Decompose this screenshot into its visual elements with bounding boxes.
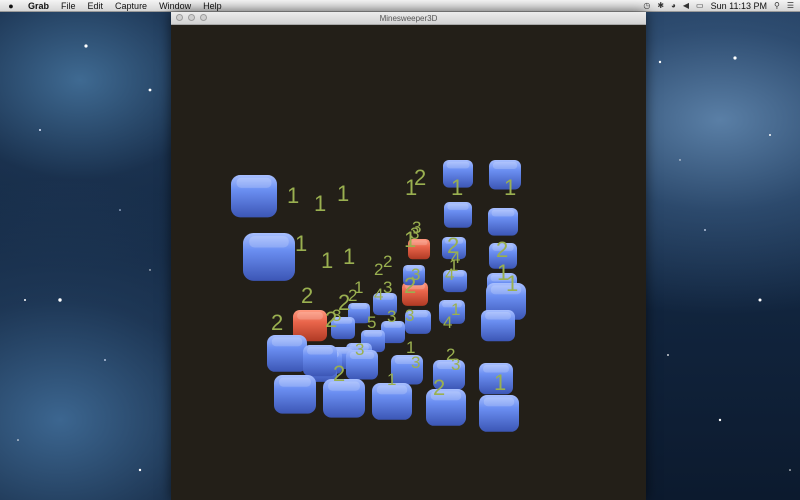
unrevealed-cube[interactable]: [274, 375, 316, 414]
menu-edit[interactable]: Edit: [82, 0, 110, 12]
window-title: Minesweeper3D: [379, 14, 438, 23]
neighbor-count-label: 1: [387, 370, 396, 389]
game-board-3d[interactable]: 1 1 1 12 1 111 12 21332 22 221 4 3 23 414112 23 5 3 3 413 1…: [171, 25, 646, 500]
neighbor-count-label: 1: [451, 300, 460, 319]
minesweeper-window: Minesweeper3D 11112111112213322222143234…: [171, 12, 646, 500]
neighbor-count-label: 1: [494, 370, 506, 395]
neighbor-count-label: 2: [333, 361, 345, 386]
battery-icon[interactable]: ▭: [696, 0, 704, 12]
unrevealed-cube[interactable]: [426, 389, 466, 426]
unrevealed-cube[interactable]: [231, 175, 277, 218]
window-titlebar[interactable]: Minesweeper3D: [171, 12, 646, 25]
neighbor-count-label: 1: [314, 191, 326, 216]
neighbor-count-label: 1: [337, 181, 349, 206]
apple-icon[interactable]: ●: [0, 1, 22, 11]
unrevealed-cube[interactable]: [303, 345, 337, 377]
neighbor-count-label: 3: [383, 278, 392, 297]
neighbor-count-label: 5: [367, 313, 376, 332]
neighbor-count-label: 3: [411, 265, 420, 284]
bluetooth-icon[interactable]: ✱: [657, 0, 664, 12]
neighbor-count-label: 3: [411, 353, 420, 372]
time-machine-icon[interactable]: ◷: [643, 0, 650, 12]
menu-capture[interactable]: Capture: [109, 0, 153, 12]
neighbor-count-label: 1: [287, 183, 299, 208]
notification-center-icon[interactable]: ☰: [787, 0, 794, 12]
neighbor-count-label: 3: [412, 218, 421, 237]
unrevealed-cube[interactable]: [243, 233, 295, 281]
neighbor-count-label: 3: [387, 307, 396, 326]
neighbor-count-label: 1: [504, 175, 516, 200]
neighbor-count-label: 1: [295, 231, 307, 256]
neighbor-count-label: 4: [451, 248, 460, 267]
neighbor-count-label: 2: [301, 283, 313, 308]
unrevealed-cube[interactable]: [488, 208, 518, 236]
neighbor-count-label: 3: [405, 306, 414, 325]
menu-window[interactable]: Window: [153, 0, 197, 12]
neighbor-count-label: 2: [496, 237, 508, 262]
neighbor-count-label: 1: [354, 278, 363, 297]
neighbor-count-label: 2: [271, 310, 283, 335]
menu-grab[interactable]: Grab: [22, 0, 55, 12]
neighbor-count-label: 1: [451, 175, 463, 200]
neighbor-count-label: 3: [451, 355, 460, 374]
spotlight-search-icon[interactable]: ⚲: [774, 0, 780, 12]
wifi-icon[interactable]: ◕: [671, 0, 676, 12]
unrevealed-cube[interactable]: [481, 310, 515, 342]
unrevealed-cube[interactable]: [444, 202, 472, 228]
neighbor-count-label: 2: [383, 252, 392, 271]
menubar-clock[interactable]: Sun 11:13 PM: [711, 1, 767, 11]
neighbor-count-label: 1: [343, 244, 355, 269]
volume-icon[interactable]: ◀: [683, 0, 689, 12]
unrevealed-cube[interactable]: [479, 395, 519, 432]
neighbor-count-label: 2: [433, 375, 445, 400]
neighbor-count-label: 2: [414, 165, 426, 190]
neighbor-count-label: 3: [332, 306, 341, 325]
neighbor-count-label: 3: [355, 340, 364, 359]
menu-bar: ● Grab File Edit Capture Window Help ◷ ✱…: [0, 0, 800, 12]
menu-help[interactable]: Help: [197, 0, 228, 12]
neighbor-count-label: 1: [321, 248, 333, 273]
neighbor-count-label: 1: [506, 271, 518, 296]
menu-file[interactable]: File: [55, 0, 82, 12]
unrevealed-cube[interactable]: [267, 335, 307, 372]
